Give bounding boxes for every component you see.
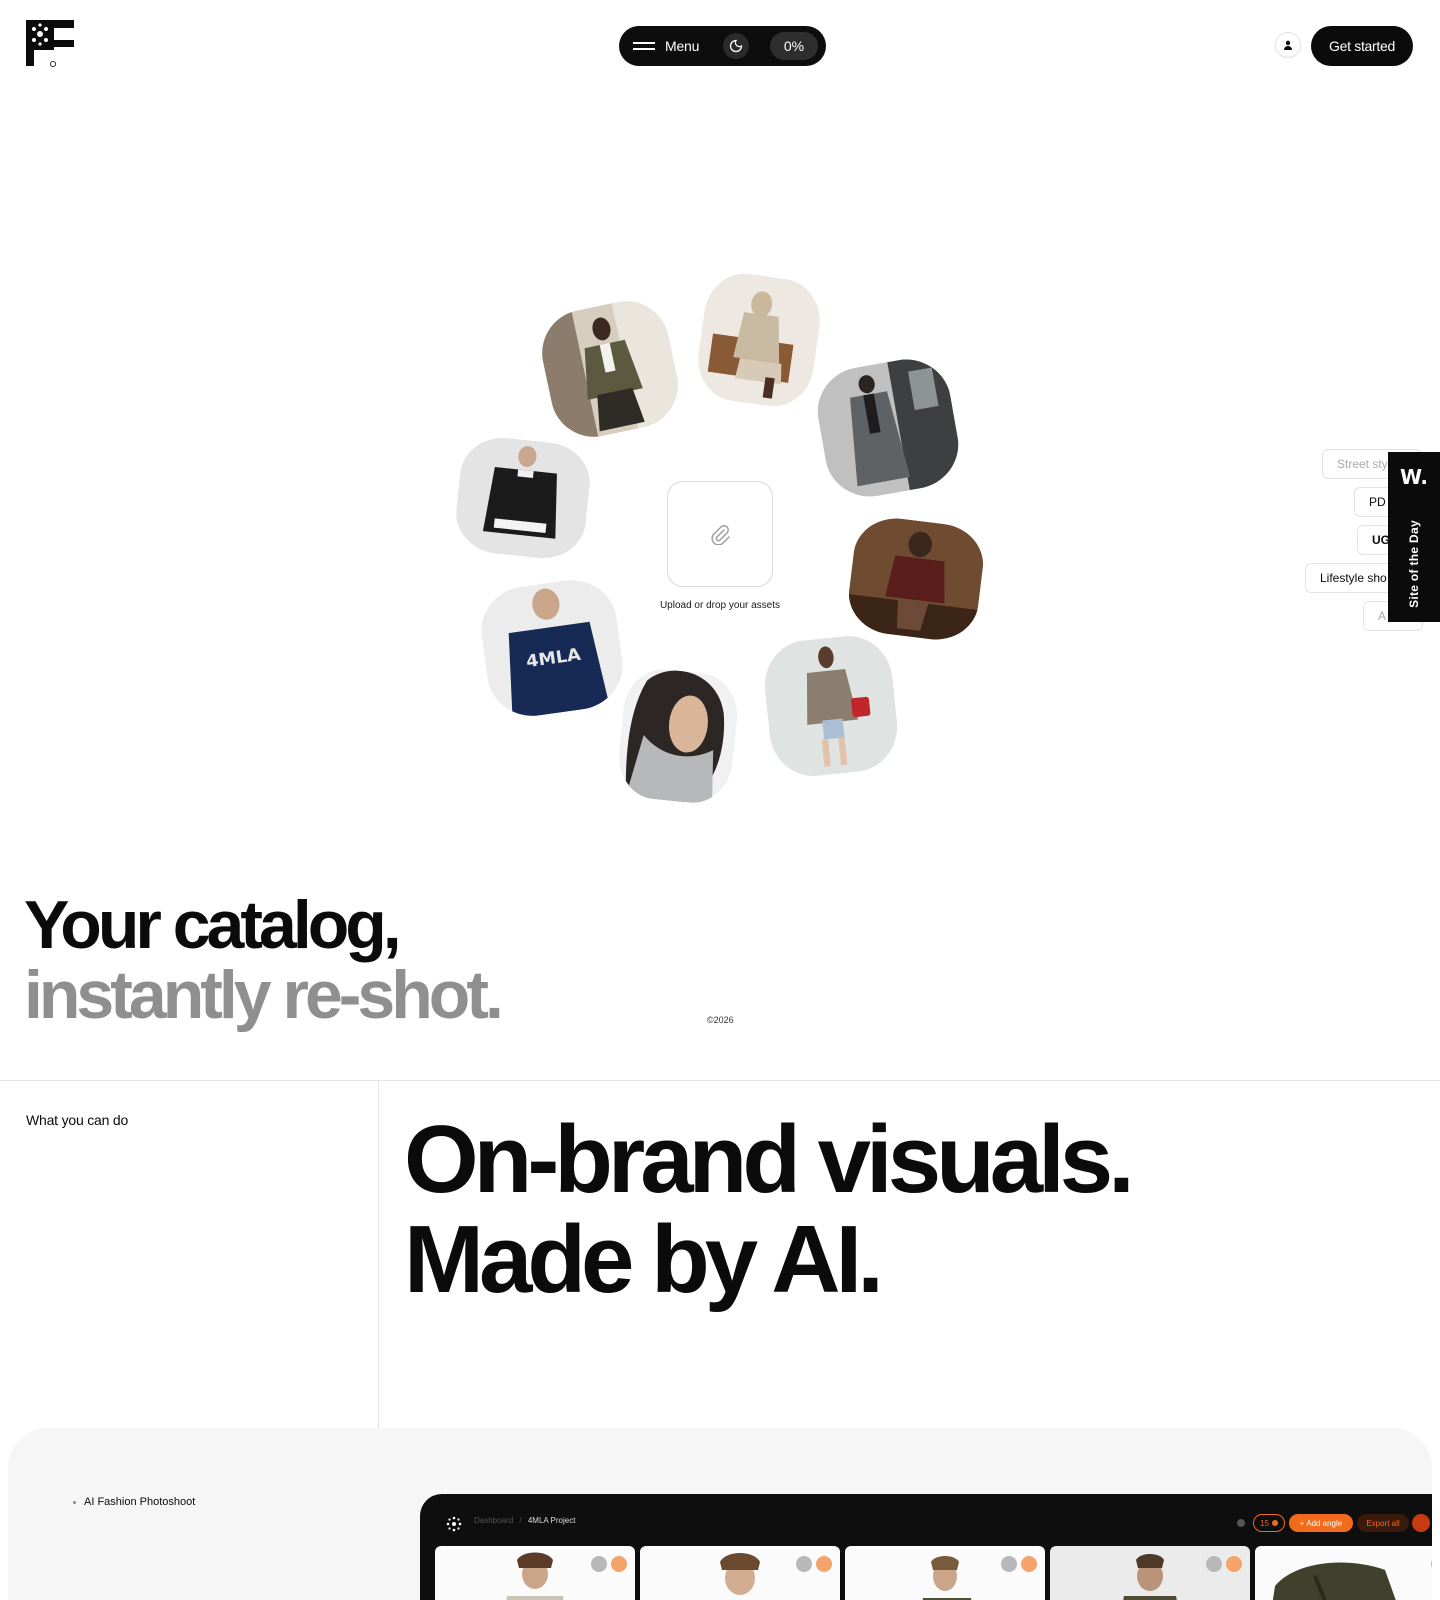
jacket-thumbnail bbox=[1272, 1562, 1396, 1600]
model-image-seated bbox=[692, 268, 826, 412]
add-angle-button[interactable]: + Add angle bbox=[1289, 1514, 1353, 1532]
section-label: What you can do bbox=[26, 1112, 129, 1128]
showcase-label: AI Fashion Photoshoot bbox=[73, 1496, 195, 1508]
hero-title-line-1: Your catalog, bbox=[24, 887, 402, 963]
status-dot-icon bbox=[1237, 1519, 1245, 1527]
bookmark-icon[interactable] bbox=[591, 1556, 607, 1572]
menu-label: Menu bbox=[665, 38, 700, 54]
bookmark-icon[interactable] bbox=[1431, 1556, 1432, 1572]
generated-card-2[interactable] bbox=[640, 1546, 840, 1600]
generated-card-3[interactable] bbox=[845, 1546, 1045, 1600]
app-logo-icon bbox=[446, 1516, 462, 1532]
model-thumbnail bbox=[720, 1553, 760, 1595]
model-image-navy-sweater: 4MLA bbox=[475, 574, 629, 722]
get-started-button[interactable]: Get started bbox=[1311, 26, 1413, 66]
model-image-red-jacket bbox=[844, 513, 988, 645]
download-icon[interactable] bbox=[816, 1556, 832, 1572]
copyright-text: ©2026 bbox=[707, 1015, 734, 1025]
menu-button[interactable]: Menu bbox=[633, 38, 699, 54]
hero-title-line-2: instantly re-shot. bbox=[24, 957, 504, 1033]
download-icon[interactable] bbox=[611, 1556, 627, 1572]
site-of-the-day-badge[interactable]: W. Site of the Day bbox=[1388, 452, 1440, 622]
model-image-gray-hood bbox=[614, 665, 742, 807]
theme-toggle-button[interactable] bbox=[723, 33, 749, 59]
crumb-separator: / bbox=[519, 1516, 522, 1525]
award-mark: W. bbox=[1399, 465, 1429, 489]
model-image-long-coat bbox=[810, 352, 966, 504]
section-title-line-1: On-brand visuals. bbox=[404, 1106, 1135, 1213]
flame-icon bbox=[1412, 1514, 1430, 1532]
credits-badge: 15 bbox=[1253, 1514, 1285, 1532]
bookmark-icon[interactable] bbox=[1001, 1556, 1017, 1572]
section-title-line-2: Made by AI. bbox=[404, 1206, 884, 1313]
bookmark-icon[interactable] bbox=[1206, 1556, 1222, 1572]
model-image-black-knit bbox=[452, 433, 594, 563]
upload-dropzone[interactable] bbox=[667, 481, 773, 587]
upload-label: Upload or drop your assets bbox=[659, 600, 781, 611]
crumb-dashboard[interactable]: Dashboard bbox=[474, 1516, 513, 1525]
model-thumbnail bbox=[506, 1552, 564, 1600]
bullet-dot bbox=[73, 1500, 76, 1504]
generated-card-1[interactable] bbox=[435, 1546, 635, 1600]
user-account-button[interactable] bbox=[1275, 32, 1301, 58]
bookmark-icon[interactable] bbox=[796, 1556, 812, 1572]
user-icon bbox=[1284, 40, 1292, 50]
showcase-label-text: AI Fashion Photoshoot bbox=[84, 1496, 196, 1508]
section-title: On-brand visuals. Made by AI. bbox=[404, 1106, 1135, 1313]
download-icon[interactable] bbox=[1021, 1556, 1037, 1572]
generated-card-4[interactable] bbox=[1050, 1546, 1250, 1600]
paperclip-icon bbox=[711, 525, 730, 545]
menu-pill: Menu 0% bbox=[619, 26, 826, 66]
app-toolbar: Dashboard / 4MLA Project 15 + Add angle … bbox=[420, 1494, 1432, 1546]
model-image-olive-jacket bbox=[534, 293, 686, 445]
generated-card-5[interactable] bbox=[1255, 1546, 1432, 1600]
award-label: Site of the Day bbox=[1407, 520, 1421, 608]
scroll-progress-badge: 0% bbox=[770, 32, 818, 60]
model-thumbnail bbox=[1123, 1554, 1177, 1600]
crumb-project[interactable]: 4MLA Project bbox=[528, 1516, 576, 1525]
model-thumbnail bbox=[922, 1556, 972, 1600]
model-image-plaid-blazer bbox=[760, 631, 902, 781]
hero-title: Your catalog, instantly re-shot. bbox=[24, 887, 504, 1033]
app-breadcrumb: Dashboard / 4MLA Project bbox=[474, 1516, 575, 1525]
column-divider bbox=[378, 1080, 379, 1430]
section-divider bbox=[0, 1080, 1440, 1081]
export-all-button[interactable]: Export all bbox=[1357, 1514, 1409, 1532]
coin-icon bbox=[1271, 1520, 1278, 1526]
brand-logo[interactable] bbox=[26, 20, 76, 68]
moon-icon bbox=[729, 39, 743, 53]
app-preview-window: Dashboard / 4MLA Project 15 + Add angle … bbox=[420, 1494, 1432, 1600]
download-icon[interactable] bbox=[1226, 1556, 1242, 1572]
hamburger-icon bbox=[633, 40, 655, 52]
